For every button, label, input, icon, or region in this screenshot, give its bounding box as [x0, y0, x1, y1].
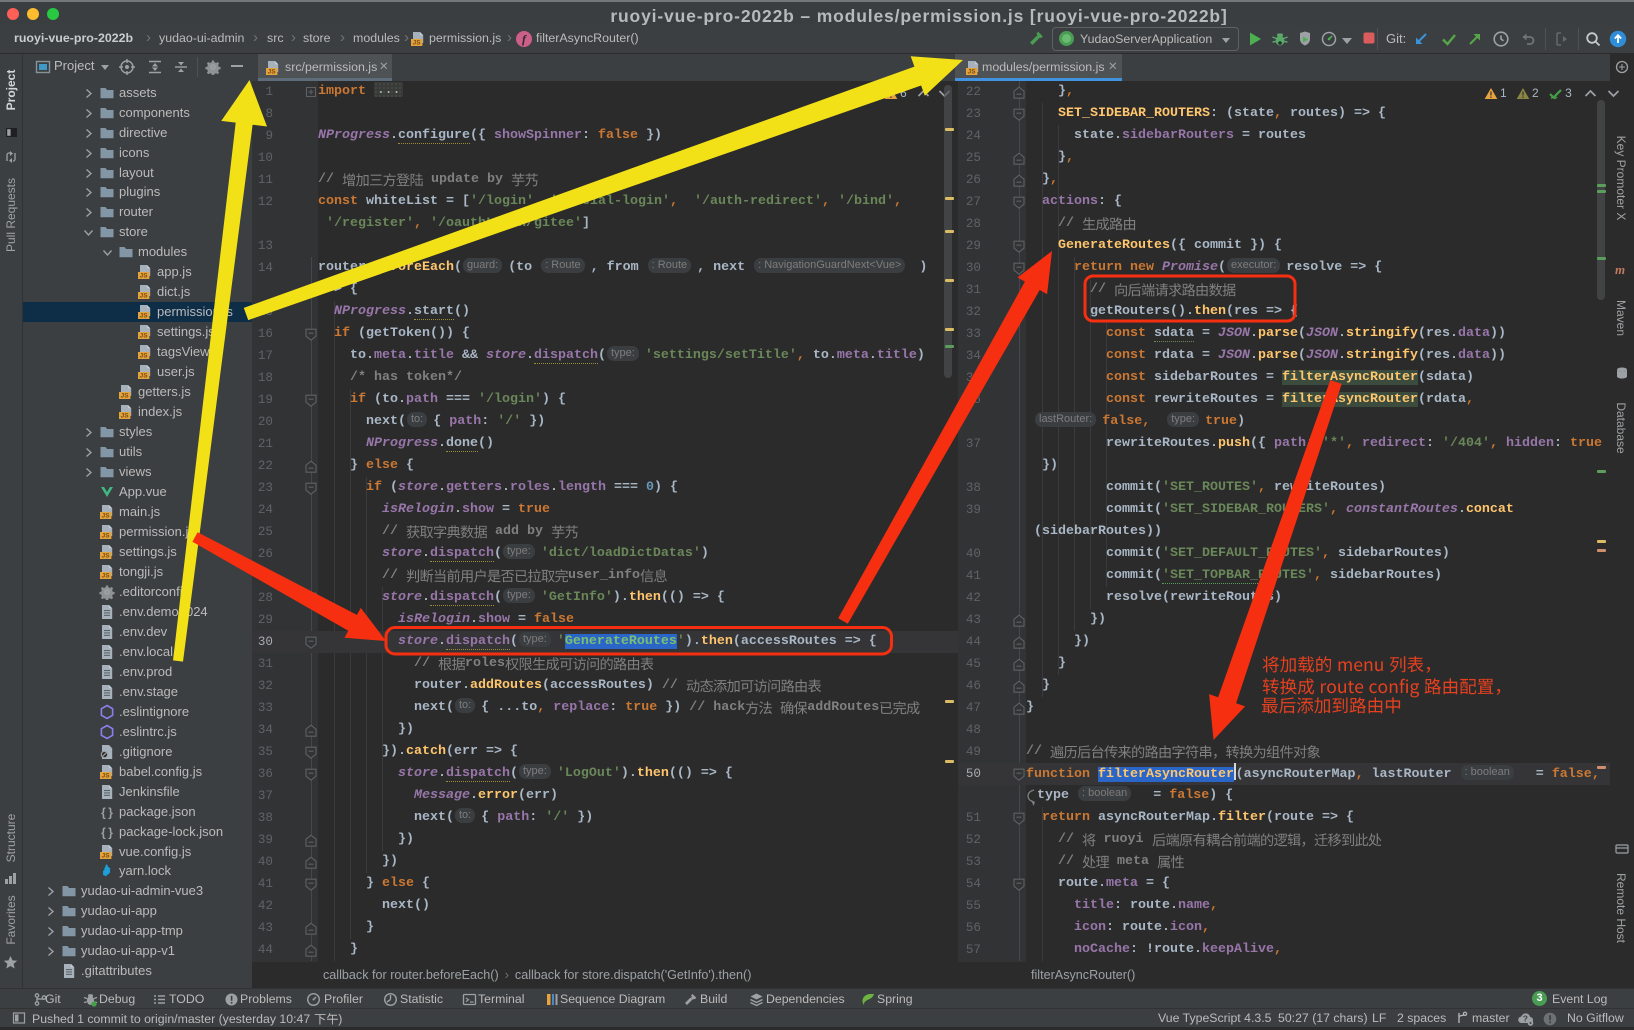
- svg-text:JS: JS: [140, 293, 149, 300]
- svg-text:JS: JS: [102, 852, 111, 859]
- svg-text:JS: JS: [140, 313, 149, 320]
- svg-text:JS: JS: [102, 772, 111, 779]
- svg-text:JS: JS: [102, 513, 111, 520]
- svg-text:JS: JS: [140, 353, 149, 360]
- svg-text:JS: JS: [102, 532, 111, 539]
- svg-text:JS: JS: [121, 413, 130, 420]
- svg-text:JS: JS: [102, 572, 111, 579]
- svg-text:{ }: { }: [101, 825, 113, 839]
- svg-text:?: ?: [1523, 1014, 1528, 1024]
- svg-text:JS: JS: [121, 393, 130, 400]
- svg-text:JS: JS: [140, 273, 149, 280]
- svg-text:JS: JS: [140, 373, 149, 380]
- svg-text:JS: JS: [102, 552, 111, 559]
- svg-text:JS: JS: [140, 333, 149, 340]
- svg-text:{ }: { }: [101, 805, 113, 819]
